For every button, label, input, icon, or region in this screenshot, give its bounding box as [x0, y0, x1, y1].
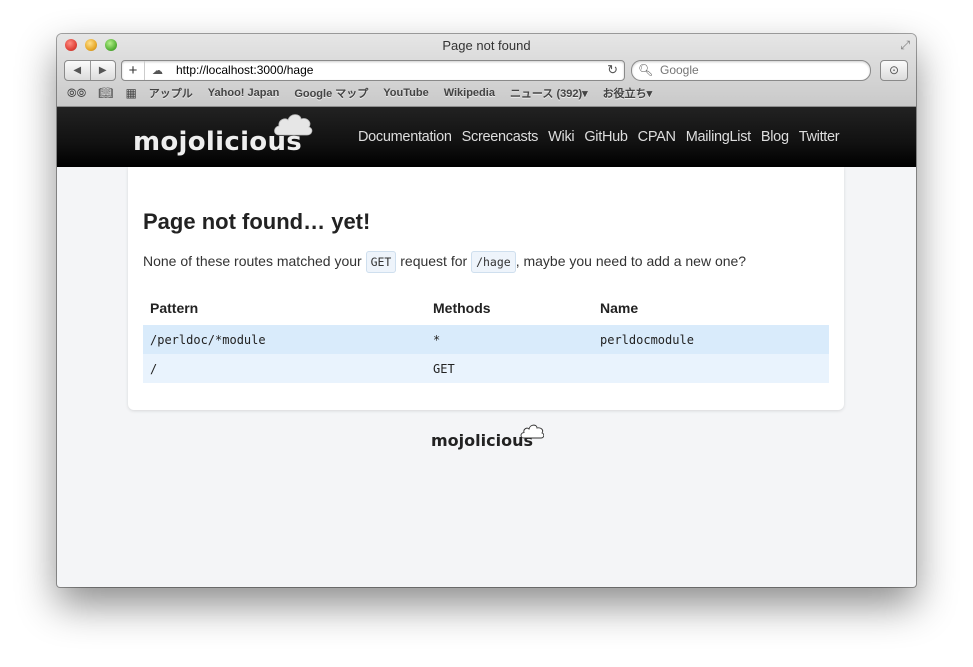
column-header-name: Name: [600, 300, 639, 316]
bookmark-item[interactable]: お役立ち▾: [603, 85, 653, 101]
table-row: /perldoc/*module * perldocmodule: [143, 325, 829, 354]
icloud-tabs-icon[interactable]: ☁: [152, 64, 163, 77]
reload-icon[interactable]: ↻: [607, 62, 618, 78]
route-name: perldocmodule: [593, 325, 829, 354]
footer-logo[interactable]: mojolicious: [431, 431, 533, 450]
back-button[interactable]: ◀: [65, 61, 91, 80]
route-name: [593, 354, 829, 383]
page-title: Page not found… yet!: [143, 209, 371, 234]
forward-button[interactable]: ▶: [91, 61, 116, 80]
search-input[interactable]: [658, 62, 862, 78]
route-pattern: /: [143, 354, 426, 383]
route-methods: *: [426, 325, 593, 354]
back-forward-buttons: ◀ ▶: [64, 60, 116, 81]
top-sites-icon[interactable]: ▦: [125, 86, 136, 100]
content-card: Page not found… yet! None of these route…: [128, 167, 844, 410]
nav-link-twitter[interactable]: Twitter: [799, 129, 840, 145]
nav-link-documentation[interactable]: Documentation: [358, 129, 452, 145]
bookmark-item[interactable]: Yahoo! Japan: [208, 87, 280, 99]
bookmarks-bar: ⦾⦾ 📖︎ ▦ アップル Yahoo! Japan Google マップ You…: [67, 85, 667, 101]
nav-link-screencasts[interactable]: Screencasts: [462, 129, 539, 145]
column-header-pattern: Pattern: [150, 300, 199, 316]
table-row: / GET: [143, 354, 829, 383]
browser-toolbar: Page not found ⤢ ◀ ▶ + ☁ http://localhos…: [57, 34, 916, 107]
request-path: /hage: [471, 251, 516, 273]
nav-link-wiki[interactable]: Wiki: [548, 129, 574, 145]
browser-window: Page not found ⤢ ◀ ▶ + ☁ http://localhos…: [57, 34, 916, 587]
downloads-button[interactable]: ⊙: [880, 60, 908, 81]
search-field-container: 🔍︎: [631, 60, 871, 81]
site-nav: Documentation Screencasts Wiki GitHub CP…: [358, 129, 849, 145]
message-prefix: None of these routes matched your: [143, 253, 362, 269]
nav-link-mailinglist[interactable]: MailingList: [686, 129, 752, 145]
bookmarks-icon[interactable]: 📖︎: [98, 86, 113, 100]
bookmark-item[interactable]: Wikipedia: [444, 87, 495, 99]
search-icon[interactable]: 🔍︎: [638, 63, 653, 77]
message-middle: request for: [400, 253, 468, 269]
column-header-methods: Methods: [433, 300, 491, 316]
bookmark-item[interactable]: アップル: [149, 85, 193, 101]
fullscreen-icon[interactable]: ⤢: [900, 38, 910, 53]
route-pattern: /perldoc/*module: [143, 325, 426, 354]
routes-table: Pattern Methods Name /perldoc/*module * …: [143, 291, 829, 383]
request-method: GET: [365, 251, 397, 273]
reading-list-icon[interactable]: ⦾⦾: [67, 86, 86, 101]
message-suffix: , maybe you need to add a new one?: [515, 253, 747, 269]
table-header-row: Pattern Methods Name: [143, 291, 829, 325]
bookmark-item[interactable]: ニュース (392)▾: [510, 85, 588, 101]
footer-cloud-icon: [520, 424, 544, 439]
url-field[interactable]: http://localhost:3000/hage: [176, 63, 313, 77]
nav-link-blog[interactable]: Blog: [761, 129, 789, 145]
bookmark-item[interactable]: Google マップ: [294, 85, 368, 101]
bookmark-item[interactable]: YouTube: [383, 87, 428, 99]
address-bar[interactable]: + ☁ http://localhost:3000/hage ↻: [121, 60, 625, 81]
site-navbar: mojolicious Documentation Screencasts Wi…: [57, 107, 916, 167]
nav-link-cpan[interactable]: CPAN: [638, 129, 676, 145]
nav-link-github[interactable]: GitHub: [584, 129, 628, 145]
new-tab-button[interactable]: +: [122, 61, 145, 80]
window-title: Page not found: [442, 38, 531, 53]
error-message: None of these routes matched your GET re…: [143, 251, 747, 273]
route-methods: GET: [426, 354, 593, 383]
cloud-logo-icon: [274, 114, 313, 136]
